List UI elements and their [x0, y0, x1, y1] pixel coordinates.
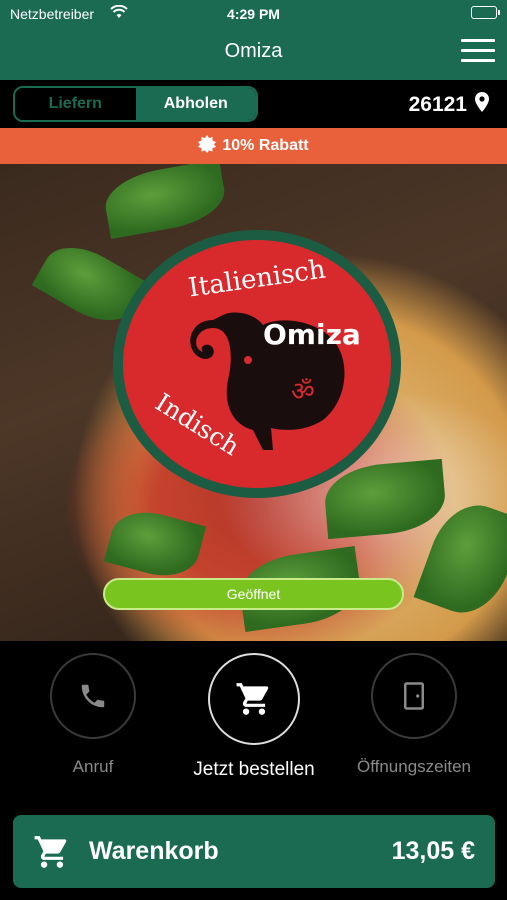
pickup-tab[interactable]: Abholen — [135, 88, 256, 120]
hamburger-menu-icon[interactable] — [461, 39, 495, 65]
status-bar: Netzbetreiber 4:29 PM — [0, 0, 507, 26]
discount-text: 10% Rabatt — [222, 137, 309, 154]
svg-text:ॐ: ॐ — [291, 377, 315, 407]
basil-leaf — [100, 164, 230, 239]
page-title: Omiza — [224, 40, 283, 62]
discount-banner: 10% Rabatt — [0, 128, 507, 164]
call-label: Anruf — [72, 757, 114, 776]
action-row: Anruf Jetzt bestellen Öffnungszeiten — [0, 641, 507, 811]
delivery-tab[interactable]: Liefern — [15, 88, 136, 120]
logo-name: Omiza — [263, 318, 361, 351]
call-button[interactable] — [50, 653, 136, 739]
location-selector[interactable]: 26121 — [409, 92, 489, 118]
order-mode-bar: Liefern Abholen 26121 — [0, 80, 507, 128]
order-now-button[interactable] — [208, 653, 300, 745]
opening-hours-label: Öffnungszeiten — [356, 757, 472, 776]
door-icon — [404, 682, 424, 710]
cart-icon — [34, 835, 67, 868]
location-pin-icon — [475, 92, 489, 118]
order-action[interactable]: Jetzt bestellen — [169, 653, 339, 781]
cart-label: Warenkorb — [89, 837, 219, 865]
cart-icon — [236, 683, 269, 715]
open-status-badge: Geöffnet — [103, 578, 404, 610]
opening-hours-button[interactable] — [371, 653, 457, 739]
basil-leaf — [103, 503, 207, 585]
phone-icon — [81, 684, 105, 708]
call-action[interactable]: Anruf — [8, 653, 178, 777]
app-header: Netzbetreiber 4:29 PM Omiza — [0, 0, 507, 80]
restaurant-logo: Italienisch ॐ Omiza Indisch — [113, 230, 401, 498]
status-time: 4:29 PM — [227, 6, 280, 22]
badge-icon — [198, 134, 217, 158]
battery-icon — [471, 6, 500, 19]
cart-button[interactable]: Warenkorb 13,05 € — [13, 815, 495, 888]
order-mode-toggle: Liefern Abholen — [13, 86, 258, 122]
zip-code: 26121 — [408, 93, 467, 116]
hero-image: Italienisch ॐ Omiza Indisch Geöffnet — [0, 164, 507, 641]
order-now-label: Jetzt bestellen — [193, 759, 315, 780]
cart-total: 13,05 € — [391, 837, 475, 865]
hours-action[interactable]: Öffnungszeiten — [329, 653, 499, 777]
